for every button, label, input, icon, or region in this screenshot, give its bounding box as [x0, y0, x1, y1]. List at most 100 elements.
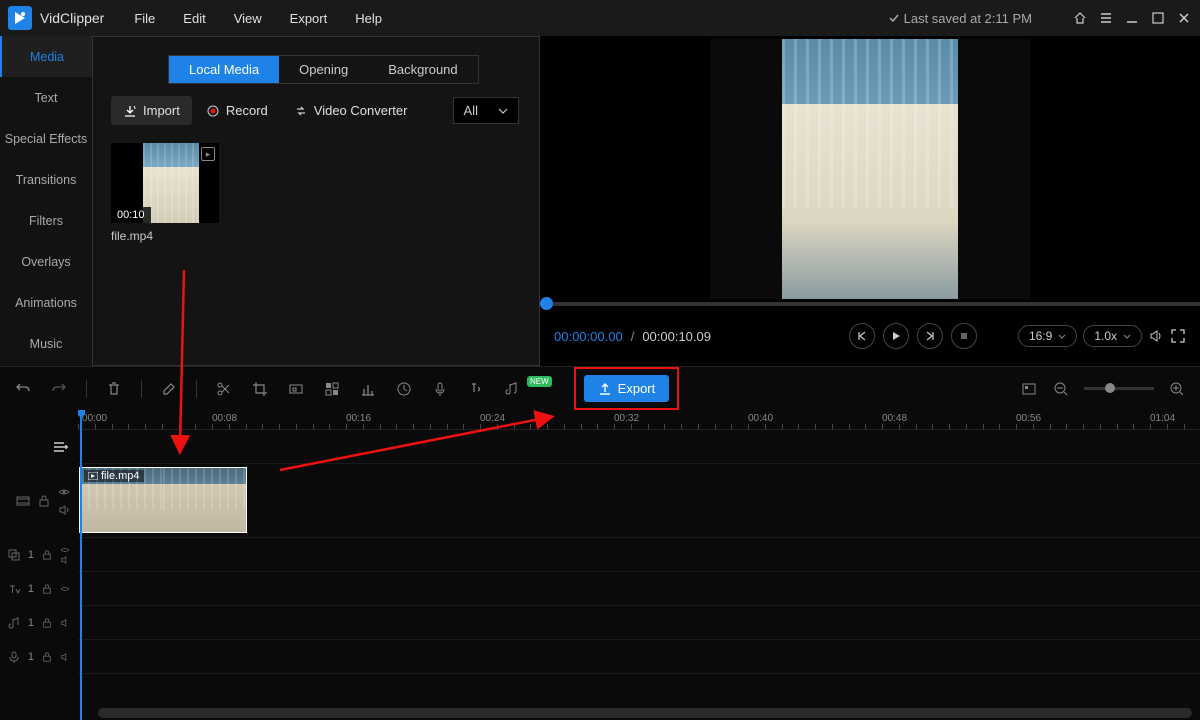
track-number: 1 — [28, 549, 34, 561]
voiceover-track[interactable] — [78, 640, 1200, 674]
ruler-mark: 00:40 — [748, 413, 773, 424]
redo-icon[interactable] — [50, 380, 68, 398]
video-track-header — [0, 464, 78, 538]
tab-opening[interactable]: Opening — [279, 56, 368, 83]
lock-icon[interactable] — [42, 652, 52, 662]
overlay-track-header: 1 — [0, 538, 78, 572]
ruler-mark: 00:24 — [480, 413, 505, 424]
overlay-track[interactable] — [78, 538, 1200, 572]
menu-file[interactable]: File — [134, 11, 155, 26]
play-button[interactable] — [883, 323, 909, 349]
split-icon[interactable] — [215, 380, 233, 398]
lock-icon[interactable] — [42, 584, 52, 594]
visibility-icon[interactable] — [60, 585, 70, 593]
text-track[interactable] — [78, 572, 1200, 606]
add-to-timeline-icon[interactable]: ▸ — [201, 147, 215, 161]
mosaic-icon[interactable] — [323, 380, 341, 398]
aspect-ratio-dropdown[interactable]: 16:9 — [1018, 325, 1077, 347]
tab-background[interactable]: Background — [368, 56, 477, 83]
sidebar-item-filters[interactable]: Filters — [0, 200, 92, 241]
maximize-icon[interactable] — [1150, 10, 1166, 26]
voice-icon[interactable] — [431, 380, 449, 398]
lock-icon[interactable] — [38, 495, 50, 507]
minimize-icon[interactable] — [1124, 10, 1140, 26]
video-clip[interactable]: file.mp4 — [79, 467, 247, 533]
playhead[interactable] — [80, 410, 82, 720]
save-status-text: Last saved at 2:11 PM — [904, 11, 1032, 26]
filter-dropdown[interactable]: All — [453, 97, 519, 124]
preview-scrubber[interactable] — [540, 302, 1200, 306]
video-track[interactable]: file.mp4 — [78, 464, 1200, 538]
delete-icon[interactable] — [105, 380, 123, 398]
import-label: Import — [143, 103, 180, 118]
record-button[interactable]: Record — [194, 96, 280, 125]
scrollbar-thumb[interactable] — [98, 708, 1192, 718]
tts-icon[interactable] — [467, 380, 485, 398]
import-button[interactable]: Import — [111, 96, 192, 125]
preview-video[interactable] — [540, 36, 1200, 302]
track-controls-button[interactable] — [0, 430, 78, 464]
sidebar: Media Text Special Effects Transitions F… — [0, 36, 92, 366]
mute-icon[interactable] — [60, 619, 70, 627]
ruler-mark: 00:56 — [1016, 413, 1041, 424]
sidebar-item-text[interactable]: Text — [0, 77, 92, 118]
visibility-icon[interactable] — [58, 486, 70, 498]
sidebar-item-overlays[interactable]: Overlays — [0, 241, 92, 282]
timeline-track-headers: 1 1 1 1 — [0, 410, 78, 720]
lock-icon[interactable] — [42, 618, 52, 628]
timeline-scrollbar[interactable] — [98, 708, 1192, 718]
playback-buttons — [849, 323, 977, 349]
mute-icon[interactable] — [58, 504, 70, 516]
crop-icon[interactable] — [251, 380, 269, 398]
thumbnail-view-icon[interactable] — [1020, 380, 1038, 398]
undo-icon[interactable] — [14, 380, 32, 398]
close-icon[interactable] — [1176, 10, 1192, 26]
mute-icon[interactable] — [60, 556, 70, 564]
lock-icon[interactable] — [42, 550, 52, 560]
edit-icon[interactable] — [160, 380, 178, 398]
chart-icon[interactable] — [359, 380, 377, 398]
visibility-icon[interactable] — [60, 546, 70, 554]
scrubber-handle[interactable] — [540, 297, 553, 310]
zoom-out-icon[interactable] — [1052, 380, 1070, 398]
menu-edit[interactable]: Edit — [183, 11, 205, 26]
speed-dropdown[interactable]: 1.0x — [1083, 325, 1142, 347]
zoom-in-icon[interactable] — [1168, 380, 1186, 398]
zoom-slider-thumb[interactable] — [1105, 383, 1115, 393]
tab-local-media[interactable]: Local Media — [169, 56, 279, 83]
media-tools: Import Record Video Converter All — [111, 96, 539, 125]
export-button[interactable]: Export — [584, 375, 670, 402]
prev-frame-button[interactable] — [849, 323, 875, 349]
menu-export[interactable]: Export — [290, 11, 328, 26]
audio-detach-icon[interactable] — [503, 380, 521, 398]
speed-icon[interactable] — [395, 380, 413, 398]
fullscreen-icon[interactable] — [1170, 328, 1186, 344]
home-icon[interactable] — [1072, 10, 1088, 26]
stop-button[interactable] — [951, 323, 977, 349]
timeline-tracks[interactable]: 00:00 00:08 00:16 00:24 00:32 00:40 00:4… — [78, 410, 1200, 720]
sidebar-item-music[interactable]: Music — [0, 323, 92, 364]
sidebar-item-effects[interactable]: Special Effects — [0, 118, 92, 159]
menu-help[interactable]: Help — [355, 11, 382, 26]
menu-view[interactable]: View — [234, 11, 262, 26]
ruler-mark: 00:00 — [82, 413, 107, 424]
audio-track[interactable] — [78, 606, 1200, 640]
media-item[interactable]: ▸ 00:10 file.mp4 — [111, 143, 219, 243]
next-frame-button[interactable] — [917, 323, 943, 349]
sidebar-item-transitions[interactable]: Transitions — [0, 159, 92, 200]
freeze-icon[interactable] — [287, 380, 305, 398]
timeline-ruler[interactable]: 00:00 00:08 00:16 00:24 00:32 00:40 00:4… — [78, 410, 1200, 430]
menu-icon[interactable] — [1098, 10, 1114, 26]
text-track-icon — [8, 583, 20, 595]
converter-button[interactable]: Video Converter — [282, 96, 420, 125]
track-number: 1 — [28, 617, 34, 629]
media-grid: ▸ 00:10 file.mp4 — [93, 125, 539, 261]
sidebar-item-media[interactable]: Media — [0, 36, 92, 77]
sidebar-item-animations[interactable]: Animations — [0, 282, 92, 323]
video-track-icon — [16, 494, 30, 508]
zoom-slider[interactable] — [1084, 387, 1154, 390]
media-thumbnail: ▸ 00:10 — [111, 143, 219, 223]
mute-icon[interactable] — [60, 653, 70, 661]
new-badge: NEW — [527, 376, 552, 387]
volume-icon[interactable] — [1148, 328, 1164, 344]
